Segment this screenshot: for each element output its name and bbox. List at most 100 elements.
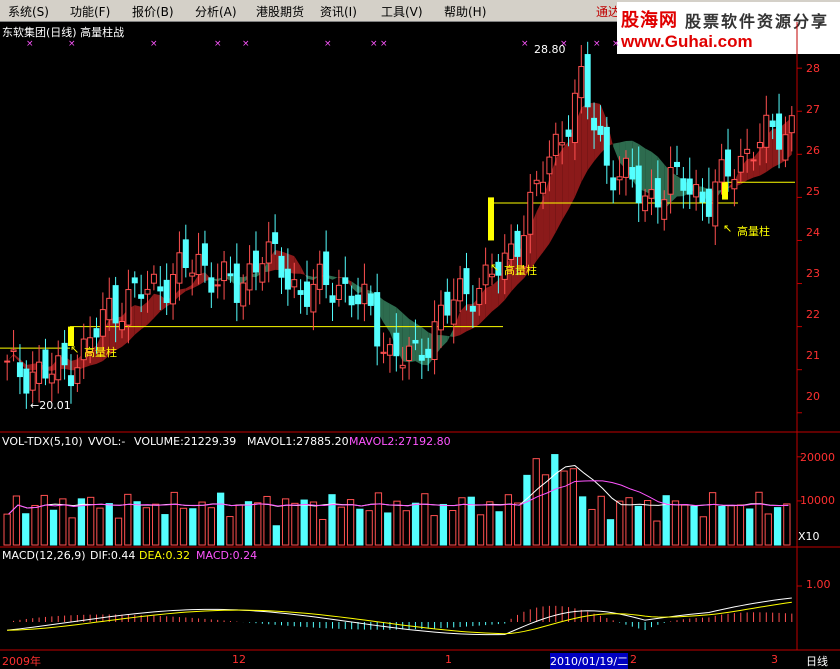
volume-bar bbox=[384, 512, 392, 546]
volume-bar bbox=[495, 511, 503, 546]
macd-legend-name: MACD(12,26,9) bbox=[2, 549, 86, 562]
band-segment bbox=[383, 300, 390, 333]
candle-body bbox=[412, 339, 419, 344]
volume-bar bbox=[504, 494, 513, 546]
candle-body bbox=[112, 285, 119, 324]
candle-body bbox=[208, 277, 215, 293]
signal-marker: × bbox=[150, 39, 158, 49]
volume-bar bbox=[3, 513, 11, 546]
candle-body bbox=[182, 239, 189, 268]
candle-body bbox=[150, 273, 157, 284]
ytick-label: 28 bbox=[806, 62, 820, 75]
candle-body bbox=[431, 321, 438, 361]
candle-body bbox=[667, 166, 674, 195]
signal-marker: × bbox=[612, 39, 620, 49]
volume-bar bbox=[309, 501, 318, 546]
volume-bar bbox=[216, 492, 225, 546]
arrow-2: ↖ bbox=[490, 261, 500, 274]
volume-bar bbox=[634, 505, 642, 546]
candle-body bbox=[712, 181, 719, 227]
candle-body bbox=[578, 66, 585, 99]
signal-marker: × bbox=[521, 39, 529, 49]
volume-bar bbox=[514, 502, 522, 546]
candle-body bbox=[450, 299, 457, 325]
band-segment bbox=[294, 256, 301, 274]
high-price-label: 28.80 bbox=[534, 43, 566, 56]
candle-body bbox=[661, 199, 668, 220]
candle-body bbox=[36, 361, 43, 384]
band-segment bbox=[645, 148, 652, 195]
candle-body bbox=[673, 161, 680, 168]
candle-body bbox=[278, 255, 285, 278]
period-label[interactable]: 日线 bbox=[806, 653, 828, 669]
candle-body bbox=[48, 373, 55, 384]
band-segment bbox=[491, 279, 499, 312]
volume-bar bbox=[430, 515, 438, 546]
volume-bar bbox=[12, 495, 21, 546]
candle-body bbox=[642, 195, 649, 212]
candle-body bbox=[10, 349, 17, 352]
dif-line bbox=[7, 597, 792, 636]
candle-body bbox=[769, 120, 776, 127]
date-label-3: 3 bbox=[771, 653, 778, 666]
candle-body bbox=[508, 243, 515, 260]
candle-body bbox=[718, 159, 725, 183]
volume-bar bbox=[532, 458, 540, 546]
vol-ytick-label: 20000 bbox=[800, 451, 835, 464]
ytick-label: 23 bbox=[806, 267, 820, 280]
volume-bar bbox=[96, 507, 104, 546]
candle-body bbox=[380, 351, 387, 354]
chart-canvas[interactable]: × × × × × × × × × × × × bbox=[0, 0, 840, 668]
volume-bar bbox=[411, 502, 420, 546]
candle-body bbox=[686, 178, 693, 195]
volume-bar bbox=[560, 470, 568, 546]
volume-bar bbox=[569, 468, 578, 546]
band-segment bbox=[613, 142, 620, 163]
signal-marker: × bbox=[242, 39, 250, 49]
band-segment bbox=[351, 281, 359, 294]
candle-body bbox=[603, 126, 610, 166]
candle-body bbox=[737, 155, 744, 173]
arrow-1: ↖ bbox=[70, 343, 80, 356]
volume-bar bbox=[597, 495, 605, 546]
candle-body bbox=[195, 253, 202, 276]
band-segment bbox=[581, 103, 588, 183]
candle-body bbox=[393, 332, 400, 357]
candle-body bbox=[93, 328, 100, 338]
date-label-12: 12 bbox=[232, 653, 246, 666]
candle-body bbox=[16, 362, 23, 378]
date-label-2009: 2009年 bbox=[2, 655, 41, 668]
volume-bar bbox=[588, 508, 596, 546]
band-segment bbox=[440, 335, 448, 348]
ytick-label: 22 bbox=[806, 308, 820, 321]
band-segment bbox=[153, 293, 161, 319]
volume-bar bbox=[708, 492, 717, 546]
candle-body bbox=[386, 344, 393, 356]
high-volume-candle bbox=[722, 182, 728, 200]
candle-body bbox=[418, 354, 425, 361]
arrow-3: ↖ bbox=[723, 222, 733, 235]
candle-body bbox=[233, 263, 240, 303]
candle-body bbox=[42, 349, 49, 379]
volume-bar bbox=[300, 499, 308, 546]
volume-bar bbox=[346, 499, 355, 546]
volume-bar bbox=[402, 510, 410, 546]
candle-body bbox=[170, 273, 177, 305]
volume-bar bbox=[727, 505, 735, 546]
candle-body bbox=[533, 179, 540, 185]
volume-bar bbox=[40, 494, 48, 546]
candle-body bbox=[476, 287, 483, 305]
volume-bar bbox=[68, 517, 76, 546]
ytick-label: 24 bbox=[806, 226, 820, 239]
candle-body bbox=[189, 272, 196, 277]
candle-body bbox=[744, 148, 751, 154]
volume-bar bbox=[773, 507, 782, 546]
volume-bar bbox=[783, 503, 791, 546]
candle-body bbox=[552, 133, 559, 157]
band-segment bbox=[562, 141, 569, 221]
vol-legend-volume: VOLUME:21229.39 bbox=[134, 435, 237, 448]
ytick-label: 20 bbox=[806, 390, 820, 403]
candle-body bbox=[348, 295, 355, 306]
band-segment bbox=[147, 293, 154, 325]
candle-body bbox=[597, 125, 604, 135]
